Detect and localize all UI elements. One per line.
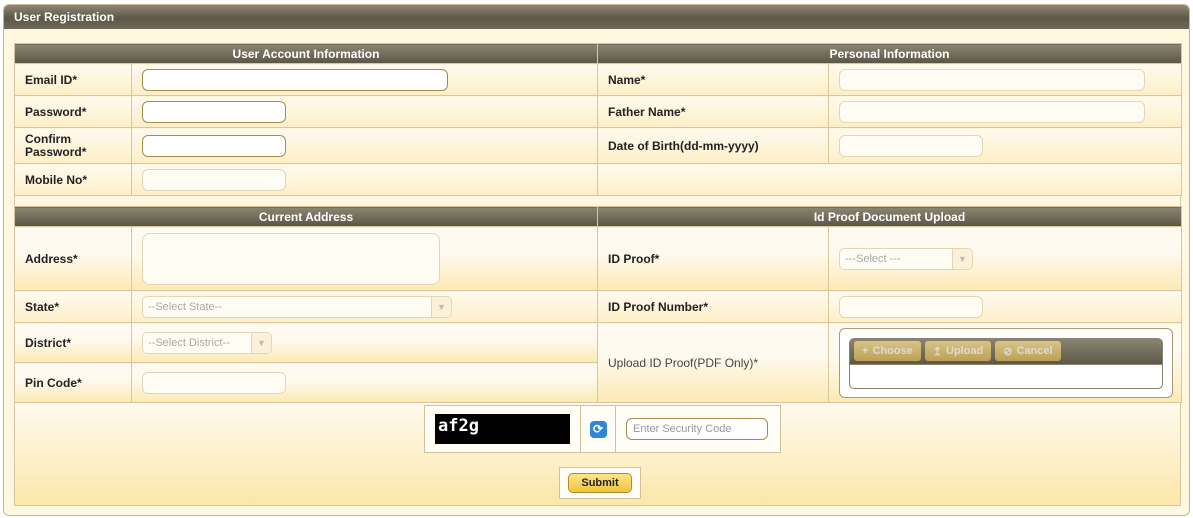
dob-label: Date of Birth(dd-mm-yyyy) xyxy=(597,127,829,164)
captcha-area: af2g ⟳ Submit xyxy=(14,403,1181,506)
submit-button[interactable]: Submit xyxy=(568,473,632,493)
pin-code-input[interactable] xyxy=(142,371,286,394)
address-textarea[interactable] xyxy=(142,232,440,285)
cancel-icon: ⊘ xyxy=(1003,345,1013,358)
dob-input[interactable] xyxy=(839,134,983,157)
password-label: Password* xyxy=(14,95,132,128)
id-proof-number-label: ID Proof Number* xyxy=(597,290,829,323)
state-select-value: --Select State-- xyxy=(148,300,222,313)
choose-label: Choose xyxy=(872,345,913,357)
panel-title: User Registration xyxy=(4,5,1189,29)
file-uploader: + Choose ↥ Upload ⊘ Cancel xyxy=(839,327,1173,398)
refresh-cell: ⟳ xyxy=(581,406,616,452)
idproof-section-header: Id Proof Document Upload xyxy=(597,206,1182,227)
id-proof-number-input[interactable] xyxy=(839,295,983,318)
name-input[interactable] xyxy=(839,68,1145,91)
account-section-header: User Account Information xyxy=(14,43,598,64)
section-spacer xyxy=(14,196,1181,206)
chevron-down-icon[interactable]: ▼ xyxy=(431,296,451,317)
address-idproof-table: Current Address Id Proof Document Upload… xyxy=(14,206,1182,403)
name-label: Name* xyxy=(597,63,829,96)
district-label: District* xyxy=(14,322,132,363)
empty-cell xyxy=(597,163,1182,196)
district-select-value: --Select District-- xyxy=(148,336,230,349)
submit-wrap: Submit xyxy=(559,467,641,499)
captcha-image: af2g xyxy=(435,414,570,444)
registration-panel: User Registration User Account Informati… xyxy=(3,4,1190,516)
father-name-label: Father Name* xyxy=(597,95,829,128)
upload-button[interactable]: ↥ Upload xyxy=(924,341,992,361)
cancel-label: Cancel xyxy=(1016,345,1053,357)
id-proof-label: ID Proof* xyxy=(597,226,829,291)
id-proof-select[interactable]: ---Select --- ▼ xyxy=(839,247,973,270)
email-input[interactable] xyxy=(142,68,448,91)
password-input[interactable] xyxy=(142,100,286,123)
mobile-label: Mobile No* xyxy=(14,163,132,196)
upload-id-proof-label: Upload ID Proof(PDF Only)* xyxy=(597,322,829,403)
uploader-file-list[interactable] xyxy=(849,363,1163,389)
district-select[interactable]: --Select District-- ▼ xyxy=(142,331,272,354)
account-personal-table: User Account Information Personal Inform… xyxy=(14,43,1182,196)
upload-icon: ↥ xyxy=(932,345,942,358)
chevron-down-icon[interactable]: ▼ xyxy=(952,248,972,269)
choose-button[interactable]: + Choose xyxy=(854,341,921,361)
upload-label: Upload xyxy=(946,345,984,357)
email-label: Email ID* xyxy=(14,63,132,96)
address-label: Address* xyxy=(14,226,132,291)
state-select[interactable]: --Select State-- ▼ xyxy=(142,295,452,318)
chevron-down-icon[interactable]: ▼ xyxy=(251,332,271,353)
mobile-input[interactable] xyxy=(142,168,286,191)
id-proof-select-value: ---Select --- xyxy=(845,252,901,265)
confirm-password-input[interactable] xyxy=(142,134,286,157)
personal-section-header: Personal Information xyxy=(597,43,1182,64)
confirm-password-label: Confirm Password* xyxy=(14,127,132,164)
security-code-input[interactable] xyxy=(626,418,768,440)
pin-code-label: Pin Code* xyxy=(14,362,132,403)
captcha-box: af2g ⟳ xyxy=(424,405,781,453)
form-content: User Account Information Personal Inform… xyxy=(14,43,1182,506)
refresh-icon[interactable]: ⟳ xyxy=(589,420,607,438)
captcha-image-cell: af2g xyxy=(425,406,581,452)
security-code-cell xyxy=(616,406,780,452)
cancel-button[interactable]: ⊘ Cancel xyxy=(995,341,1061,361)
address-section-header: Current Address xyxy=(14,206,598,227)
father-name-input[interactable] xyxy=(839,100,1145,123)
state-label: State* xyxy=(14,290,132,323)
uploader-toolbar: + Choose ↥ Upload ⊘ Cancel xyxy=(849,337,1163,364)
plus-icon: + xyxy=(862,345,869,357)
